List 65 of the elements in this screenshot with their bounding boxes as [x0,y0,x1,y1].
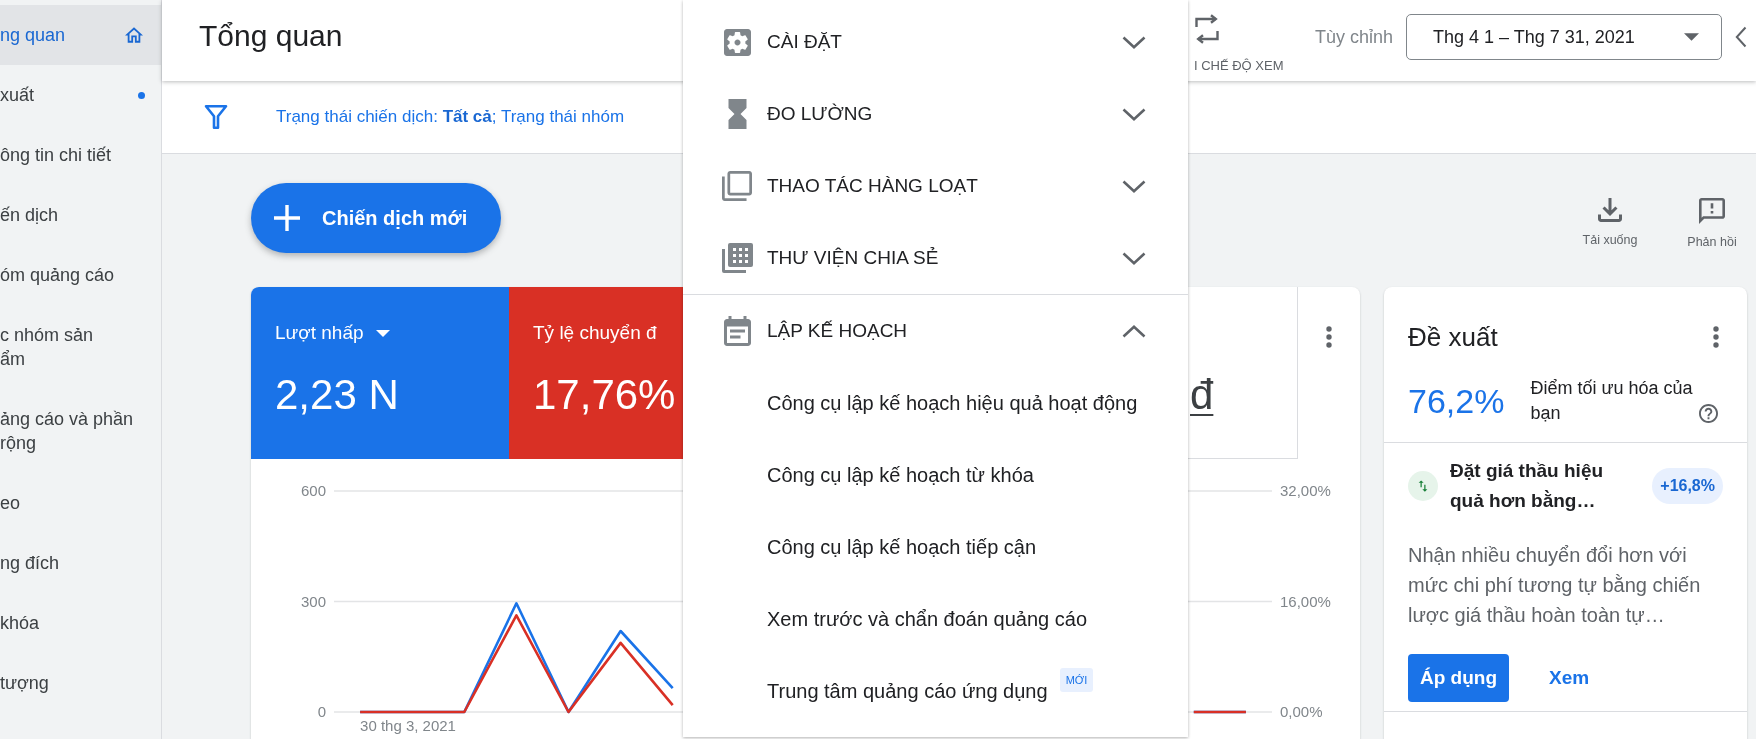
swap-arrows-icon [1193,14,1220,44]
menu-section-header[interactable]: THAO TÁC HÀNG LOẠT [683,150,1188,222]
filter-summary[interactable]: Trạng thái chiến dịch: Tất cả; Trạng thái nhóm [276,107,625,127]
menu-item[interactable]: Công cụ lập kế hoạch tiếp cận [683,511,1188,583]
help-icon[interactable] [1699,404,1719,423]
menu-section-header[interactable]: LẬP KẾ HOẠCH [683,294,1188,367]
download-icon [1598,198,1622,222]
optimization-score: 76,2% [1408,381,1505,422]
axis-label: 16,00% [1280,592,1331,610]
axis-label: 600 [300,482,326,499]
menu-item[interactable]: Trung tâm quảng cáo ứng dụng MỚI [683,655,1188,727]
recommendation-title[interactable]: Đặt giá thầu hiệu quả hơn bằng… [1450,456,1641,516]
filter-icon[interactable] [204,104,228,130]
nav-item[interactable]: óm quảng cáo [0,245,161,305]
uplift-badge: +16,8% [1652,468,1723,504]
nav-item[interactable]: c nhóm sản ẩm [0,305,161,389]
nav-item[interactable]: ng đích [0,533,161,593]
feedback-icon [1699,198,1725,224]
library-grid-icon [721,243,753,273]
more-options-icon[interactable] [1326,326,1332,348]
view-button[interactable]: Xem [1549,667,1590,689]
metric-dropdown[interactable]: Lượt nhấp [275,321,390,345]
axis-label: 0 [317,703,326,720]
toolbar-button[interactable]: Phản hồi [1677,198,1747,250]
nav-item[interactable]: eo [0,473,161,533]
more-options-icon[interactable] [1713,326,1719,348]
copy-icon [722,171,752,201]
nav-item[interactable]: ảng cáo và phần rộng [0,389,161,473]
nav-item[interactable]: khóa [0,593,161,653]
score-label: Điểm tối ưu hóa của bạn [1530,377,1694,425]
up-down-arrows-icon [1408,471,1438,501]
metric-value: 2,23 N [275,370,399,420]
date-range-dropdown[interactable]: Thg 4 1 – Thg 7 31, 2021 [1406,14,1722,60]
recommendation-description: Nhận nhiều chuyển đổi hơn với mức chi phí tương tự bằng chiến lược giá thầu hoàn toàn tự… [1408,543,1702,628]
calendar-icon [723,316,751,346]
home-icon [125,27,143,43]
metric-tile[interactable]: Lượt nhấp 2,23 N [251,287,509,459]
page-title: Tổng quan [199,18,343,54]
gear-icon [723,28,751,56]
menu-section-header[interactable]: ĐO LƯỜNG [683,78,1188,150]
toolbar-button[interactable]: Tải xuống [1575,198,1645,250]
nav-item[interactable]: ến dịch [0,185,161,245]
dropdown-caret-icon [1684,33,1699,41]
nav-item[interactable]: ng quan [0,5,161,65]
metric-dropdown[interactable]: Tỷ lệ chuyển đ [533,321,657,345]
metric-value: 17,76% [533,370,676,420]
axis-label: 30 thg 3, 2021 [360,717,456,734]
menu-item[interactable]: Xem trước và chẩn đoán quảng cáo [683,583,1188,655]
nav-item[interactable]: tượng [0,653,161,713]
axis-label: 0,00% [1280,703,1323,720]
apply-button[interactable]: Áp dụng [1408,654,1510,702]
hourglass-icon [727,99,747,129]
nav-item[interactable]: ông tin chi tiết [0,125,161,185]
nav-item[interactable]: xuất [0,65,161,125]
plus-icon [274,205,300,231]
range-label: Tùy chỉnh [1314,26,1393,49]
axis-label: 300 [300,592,326,610]
view-switch-button[interactable]: I CHẾ ĐỘ XEM [1193,14,1294,74]
chevron-left-icon[interactable] [1735,26,1747,48]
axis-label: 32,00% [1280,482,1331,499]
new-badge: MỚI [1059,668,1094,692]
metric-value: đ [1190,370,1214,420]
card-title: Đề xuất [1408,321,1498,353]
menu-section-header[interactable]: CÀI ĐẶT [683,6,1188,78]
new-campaign-button[interactable]: Chiến dịch mới [251,183,502,253]
